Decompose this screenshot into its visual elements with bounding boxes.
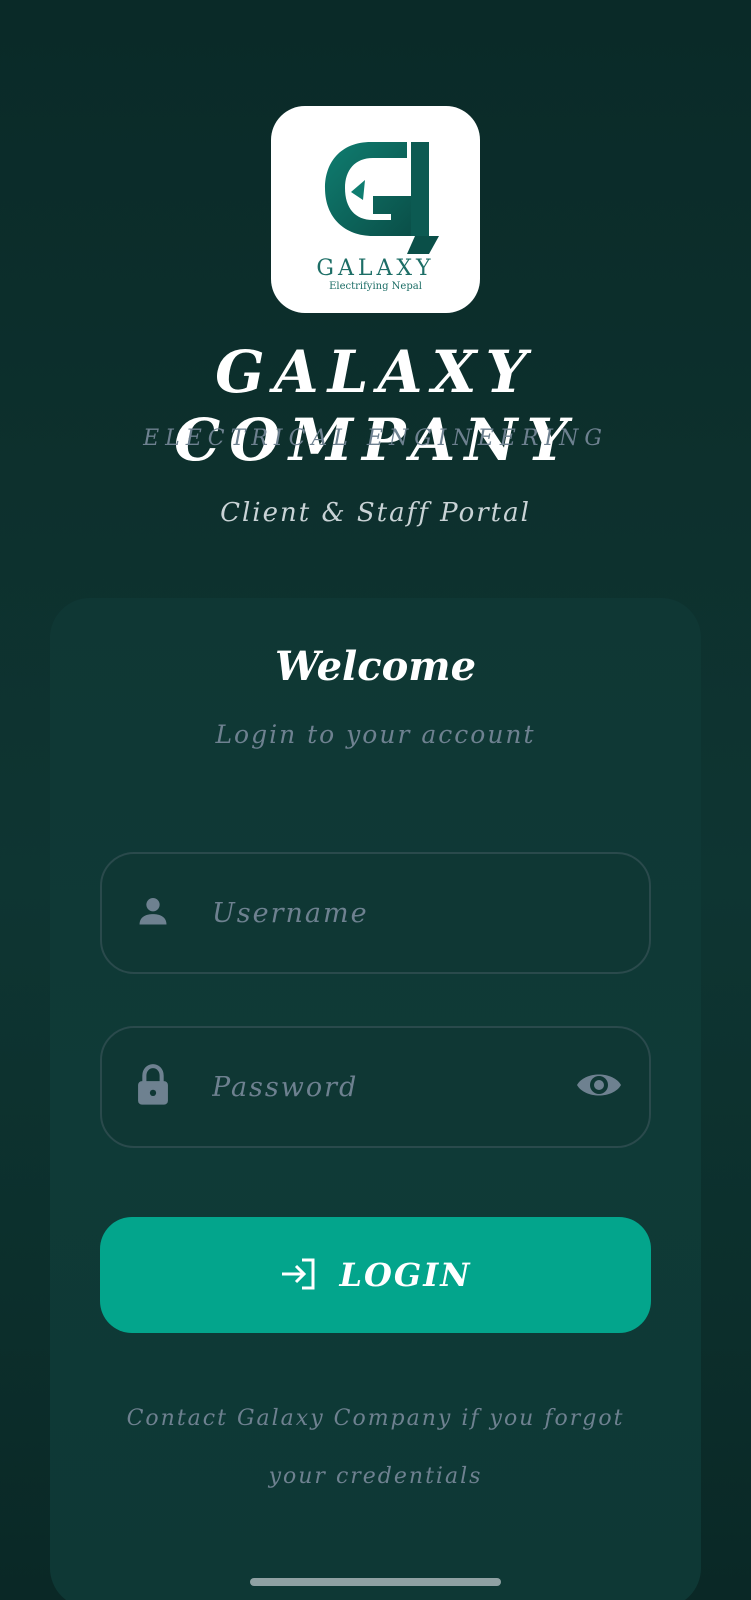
- lock-icon: [134, 1063, 172, 1111]
- password-input[interactable]: [212, 1028, 542, 1146]
- brand-title: GALAXY COMPANY: [174, 338, 577, 474]
- logo-tagline: Electrifying Nepal: [329, 281, 422, 292]
- app-logo: GALAXY Electrifying Nepal: [271, 106, 480, 313]
- login-icon: [280, 1257, 318, 1294]
- login-button-label: LOGIN: [339, 1256, 472, 1294]
- eye-icon[interactable]: [575, 1068, 623, 1106]
- login-button[interactable]: LOGIN: [100, 1217, 651, 1333]
- card-subtitle: Login to your account: [215, 720, 536, 749]
- forgot-credentials-help: Contact Galaxy Company if you forgot you…: [126, 1406, 625, 1489]
- galaxy-g-logo-icon: [324, 142, 439, 254]
- home-indicator[interactable]: [250, 1578, 501, 1586]
- portal-label: Client & Staff Portal: [220, 498, 531, 528]
- username-input[interactable]: [212, 854, 542, 972]
- password-field[interactable]: [100, 1026, 651, 1148]
- person-icon: [134, 892, 172, 934]
- brand-subtitle: ELECTRICAL ENGINEERING: [143, 426, 608, 451]
- card-title: Welcome: [274, 643, 477, 690]
- logo-wordmark: GALAXY: [316, 256, 435, 281]
- username-field[interactable]: [100, 852, 651, 974]
